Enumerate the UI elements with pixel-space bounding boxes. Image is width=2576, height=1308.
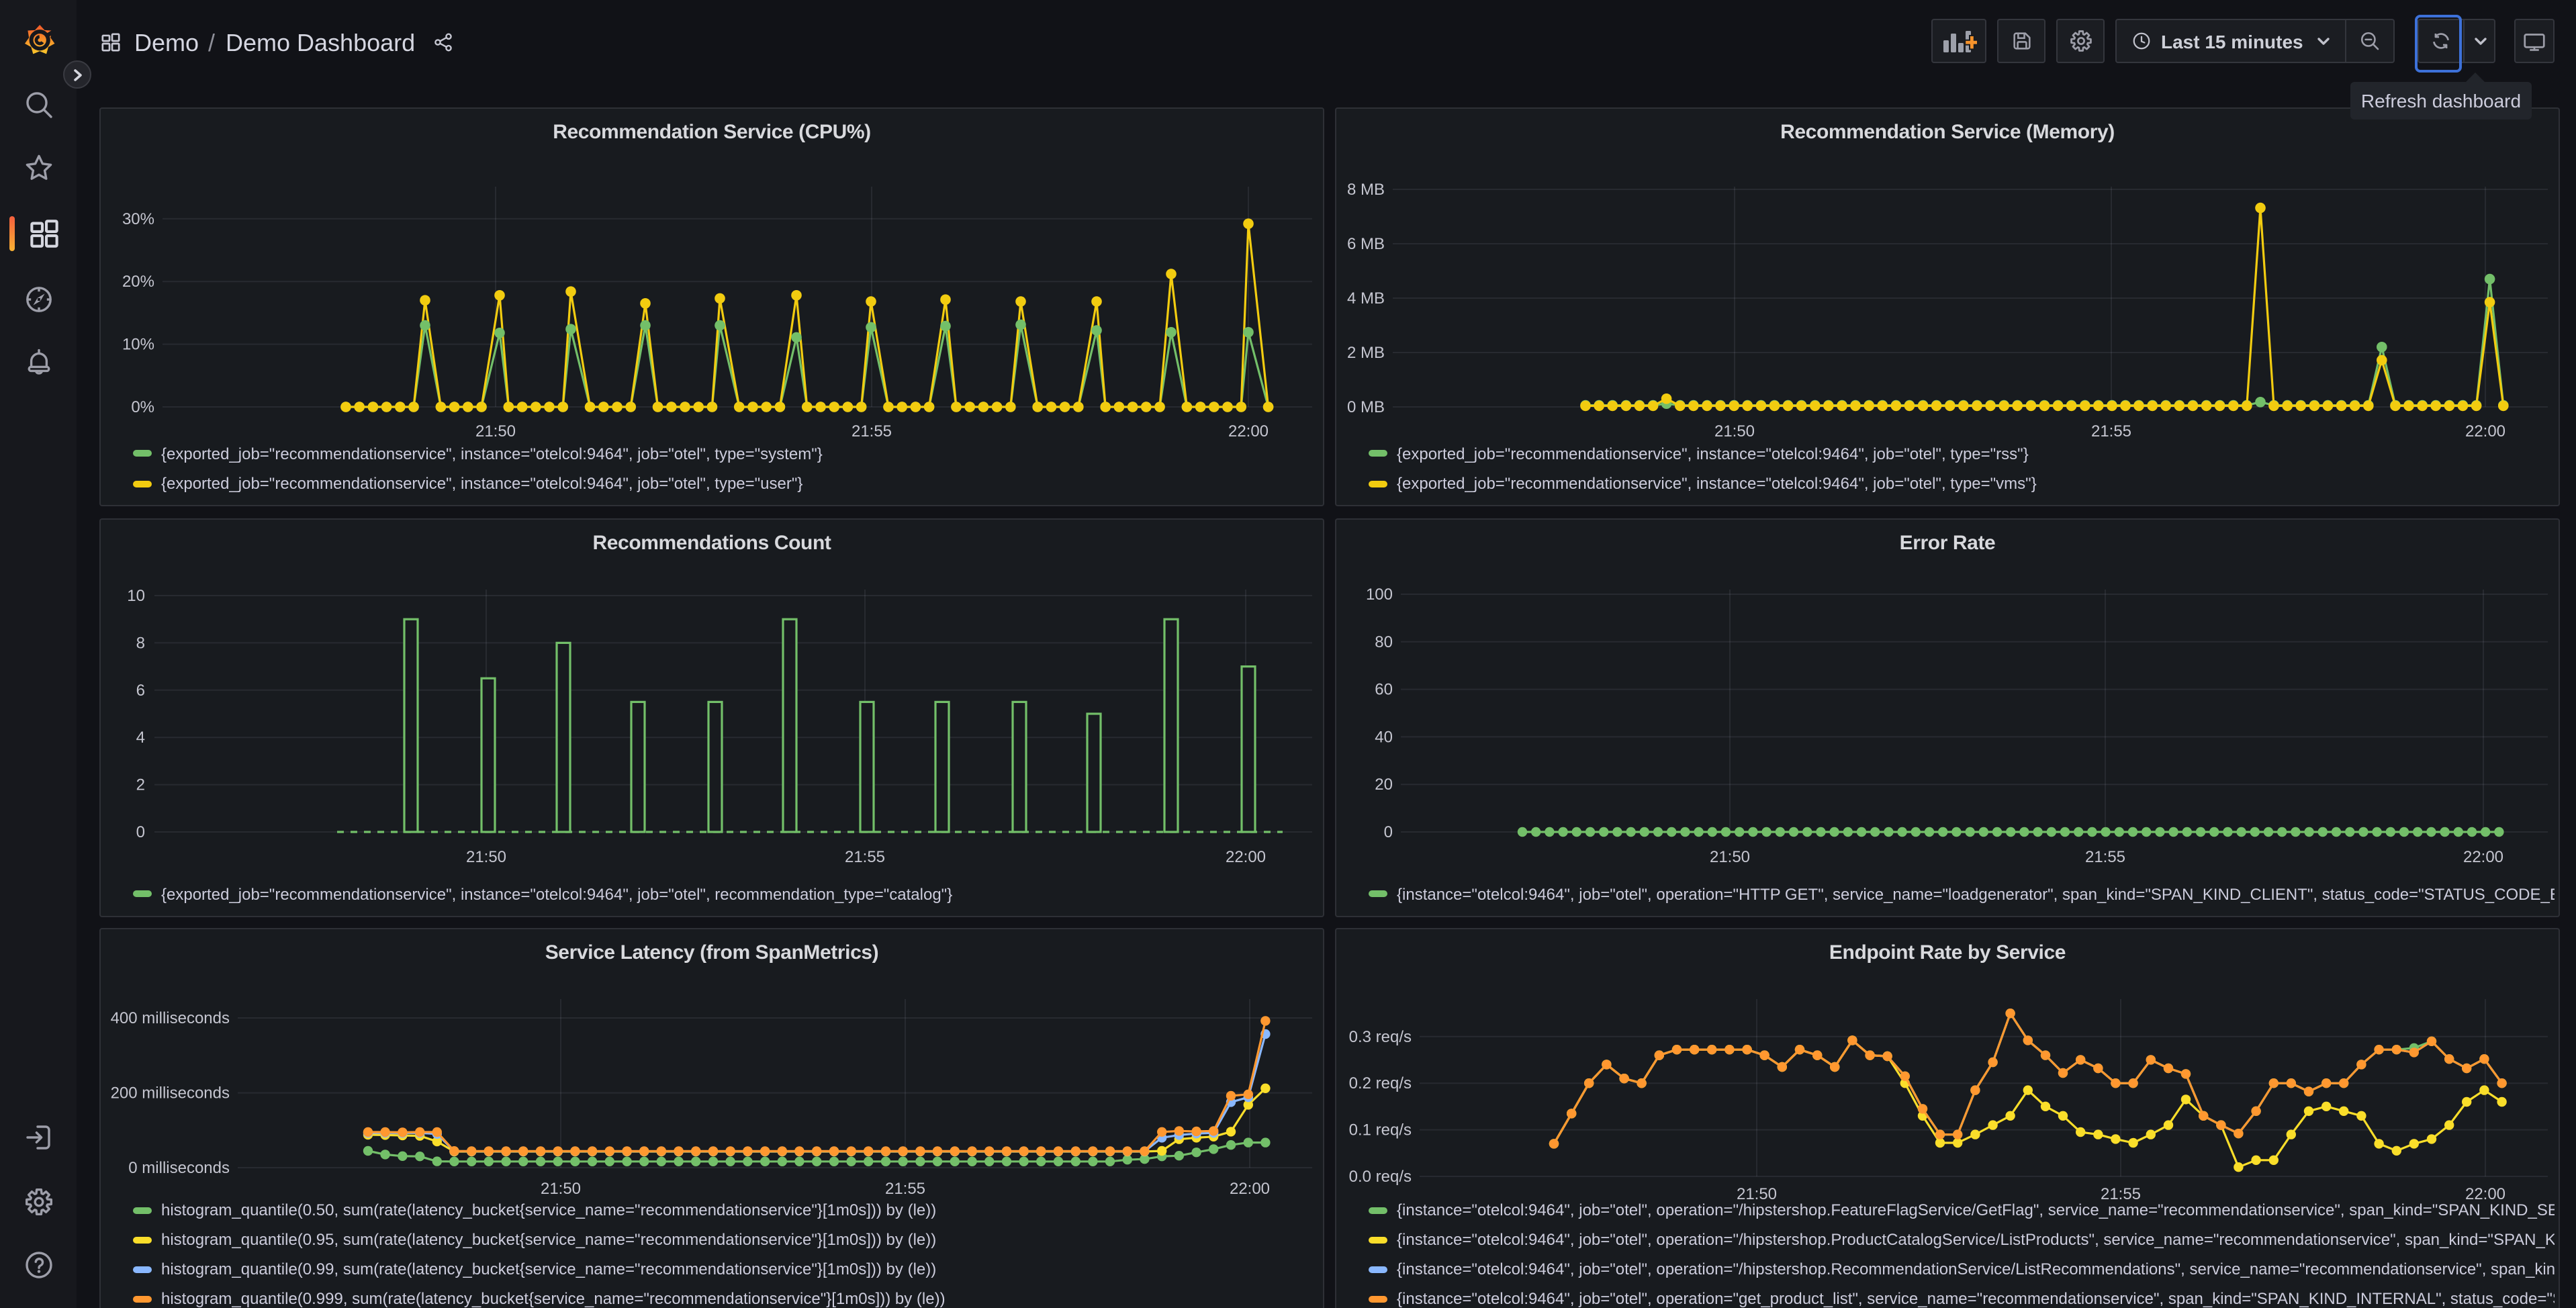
svg-text:0 milliseconds: 0 milliseconds — [128, 1159, 230, 1177]
svg-text:8: 8 — [136, 633, 145, 651]
svg-text:21:50: 21:50 — [475, 422, 516, 440]
svg-text:0.0 req/s: 0.0 req/s — [1349, 1168, 1412, 1186]
svg-text:21:55: 21:55 — [885, 1180, 925, 1198]
svg-text:400 milliseconds: 400 milliseconds — [111, 1009, 230, 1027]
svg-text:22:00: 22:00 — [1230, 1180, 1270, 1198]
svg-text:10: 10 — [127, 586, 145, 604]
svg-text:21:55: 21:55 — [2091, 422, 2131, 440]
svg-text:2 MB: 2 MB — [1347, 344, 1385, 362]
svg-text:8 MB: 8 MB — [1347, 181, 1385, 199]
svg-text:0.2 req/s: 0.2 req/s — [1349, 1074, 1412, 1092]
svg-text:22:00: 22:00 — [1226, 847, 1266, 866]
svg-text:21:50: 21:50 — [1710, 847, 1750, 866]
svg-text:21:55: 21:55 — [2085, 847, 2125, 866]
svg-text:80: 80 — [1375, 633, 1393, 651]
svg-text:30%: 30% — [122, 210, 154, 228]
svg-text:21:50: 21:50 — [541, 1180, 581, 1198]
svg-text:0.3 req/s: 0.3 req/s — [1349, 1028, 1412, 1046]
svg-text:10%: 10% — [122, 336, 154, 354]
svg-text:21:50: 21:50 — [466, 847, 506, 866]
svg-text:100: 100 — [1366, 585, 1393, 603]
svg-text:22:00: 22:00 — [1228, 422, 1269, 440]
svg-text:0: 0 — [1384, 823, 1393, 841]
svg-text:0%: 0% — [131, 398, 154, 416]
svg-text:40: 40 — [1375, 727, 1393, 745]
svg-text:2: 2 — [136, 776, 145, 794]
svg-text:4: 4 — [136, 728, 145, 746]
svg-text:22:00: 22:00 — [2465, 422, 2505, 440]
svg-text:0 MB: 0 MB — [1347, 398, 1385, 416]
svg-text:21:55: 21:55 — [845, 847, 885, 866]
svg-text:0.1 req/s: 0.1 req/s — [1349, 1121, 1412, 1139]
svg-text:6 MB: 6 MB — [1347, 235, 1385, 253]
svg-text:4 MB: 4 MB — [1347, 289, 1385, 308]
svg-text:0: 0 — [136, 823, 145, 841]
svg-text:21:50: 21:50 — [1714, 422, 1755, 440]
svg-text:20: 20 — [1375, 775, 1393, 793]
svg-text:22:00: 22:00 — [2463, 847, 2503, 866]
svg-text:6: 6 — [136, 681, 145, 699]
svg-text:60: 60 — [1375, 680, 1393, 698]
svg-text:21:55: 21:55 — [852, 422, 892, 440]
svg-text:20%: 20% — [122, 273, 154, 291]
svg-text:200 milliseconds: 200 milliseconds — [111, 1084, 230, 1103]
